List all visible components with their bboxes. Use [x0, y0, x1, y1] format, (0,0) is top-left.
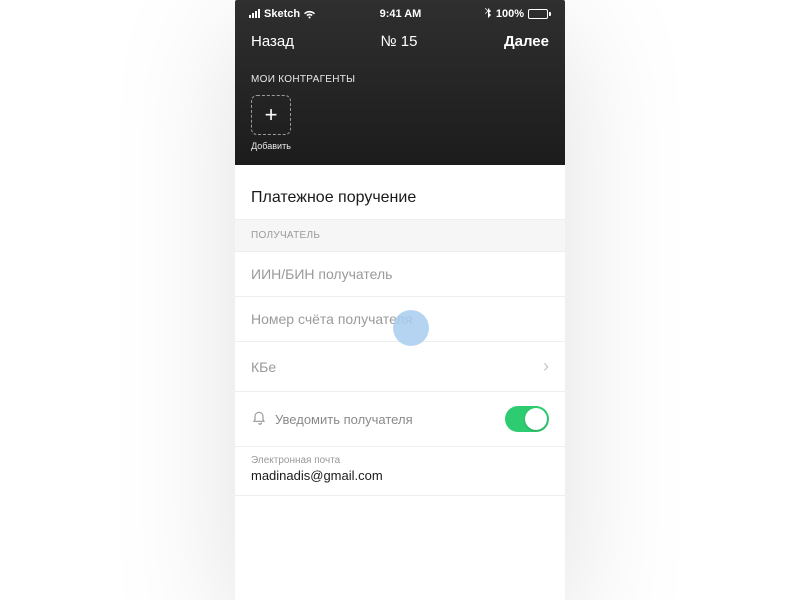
account-field[interactable]: Номер счёта получателя — [235, 297, 565, 342]
recipient-group-label: ПОЛУЧАТЕЛЬ — [235, 220, 565, 252]
iin-bin-field[interactable]: ИИН/БИН получатель — [235, 252, 565, 297]
bluetooth-icon — [484, 6, 492, 21]
wifi-icon — [304, 9, 317, 19]
account-placeholder: Номер счёта получателя — [251, 311, 412, 327]
bell-icon — [251, 411, 267, 427]
notify-label: Уведомить получателя — [275, 412, 413, 427]
notify-row: Уведомить получателя — [235, 392, 565, 447]
email-value: madinadis@gmail.com — [251, 468, 549, 483]
form-title: Платежное поручение — [235, 177, 565, 220]
dark-header: Sketch 9:41 AM 100% Назад № 15 — [235, 0, 565, 165]
notify-toggle[interactable] — [505, 406, 549, 432]
kbe-field[interactable]: КБе › — [235, 342, 565, 392]
next-button[interactable]: Далее — [504, 33, 549, 50]
back-button[interactable]: Назад — [251, 33, 294, 50]
status-bar: Sketch 9:41 AM 100% — [235, 0, 565, 23]
email-label: Электронная почта — [251, 455, 549, 466]
battery-pct: 100% — [496, 8, 524, 20]
add-contact-button[interactable]: + Добавить — [251, 95, 291, 151]
plus-icon: + — [265, 102, 278, 128]
phone-screen: Sketch 9:41 AM 100% Назад № 15 — [235, 0, 565, 600]
battery-icon — [528, 9, 551, 19]
iin-bin-placeholder: ИИН/БИН получатель — [251, 266, 392, 282]
carrier-label: Sketch — [264, 8, 300, 20]
nav-bar: Назад № 15 Далее — [235, 23, 565, 56]
contacts-section-label: МОИ КОНТРАГЕНТЫ — [235, 56, 565, 95]
status-time: 9:41 AM — [380, 8, 422, 20]
kbe-label: КБе — [251, 359, 276, 375]
chevron-right-icon: › — [543, 356, 549, 377]
signal-icon — [249, 9, 260, 18]
spacer — [235, 165, 565, 177]
page-title: № 15 — [380, 33, 417, 50]
add-label: Добавить — [251, 141, 291, 151]
email-field[interactable]: Электронная почта madinadis@gmail.com — [235, 447, 565, 496]
